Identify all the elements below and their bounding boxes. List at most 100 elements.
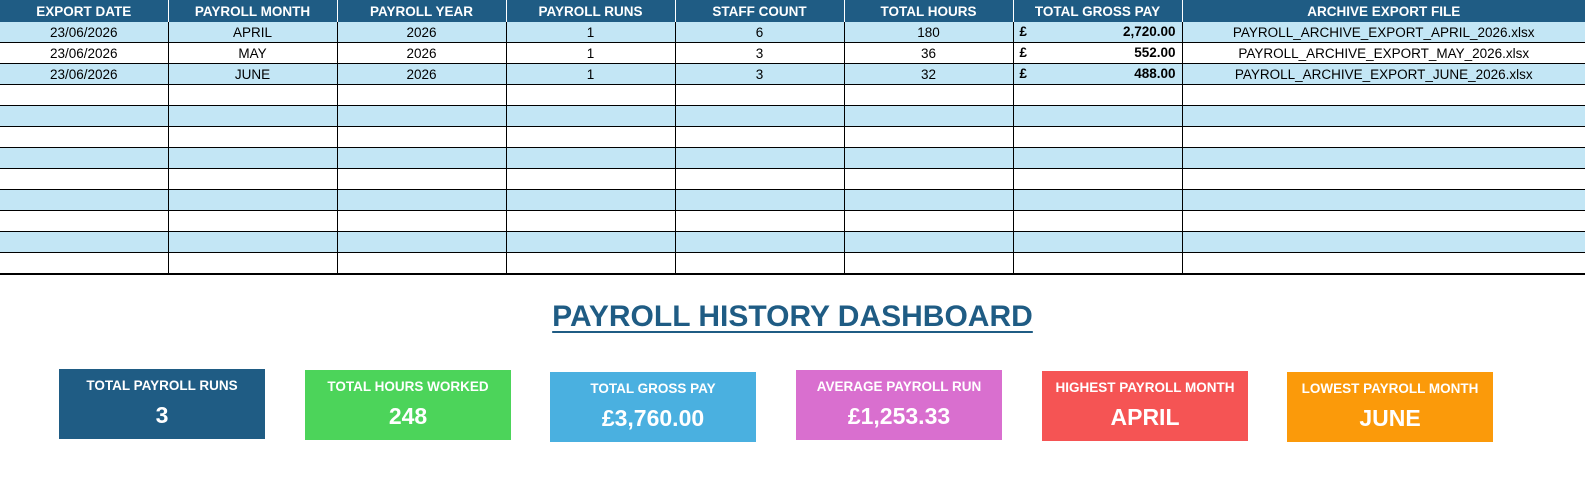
empty-cell[interactable]	[1013, 189, 1183, 211]
empty-cell[interactable]	[506, 147, 676, 169]
payroll-runs-cell[interactable]: 1	[506, 42, 676, 64]
empty-cell[interactable]	[1182, 84, 1585, 106]
header-total-hours[interactable]: TOTAL HOURS	[844, 0, 1014, 22]
empty-cell[interactable]	[168, 147, 338, 169]
empty-cell[interactable]	[337, 147, 507, 169]
empty-cell[interactable]	[844, 189, 1014, 211]
empty-cell[interactable]	[844, 252, 1014, 275]
empty-cell[interactable]	[844, 126, 1014, 148]
total-gross-pay-cell[interactable]: £ 2,720.00	[1013, 22, 1183, 43]
empty-cell[interactable]	[0, 210, 169, 232]
empty-cell[interactable]	[1182, 210, 1585, 232]
payroll-month-cell[interactable]: MAY	[168, 42, 338, 64]
header-total-gross-pay[interactable]: TOTAL GROSS PAY	[1013, 0, 1183, 22]
empty-cell[interactable]	[168, 210, 338, 232]
empty-cell[interactable]	[0, 168, 169, 190]
total-hours-cell[interactable]: 180	[844, 22, 1014, 43]
empty-cell[interactable]	[337, 105, 507, 127]
empty-cell[interactable]	[844, 84, 1014, 106]
export-date-cell[interactable]: 23/06/2026	[0, 63, 169, 85]
empty-cell[interactable]	[0, 189, 169, 211]
total-hours-cell[interactable]: 32	[844, 63, 1014, 85]
empty-cell[interactable]	[1182, 189, 1585, 211]
empty-cell[interactable]	[506, 126, 676, 148]
empty-cell[interactable]	[1182, 252, 1585, 275]
empty-cell[interactable]	[1182, 147, 1585, 169]
empty-cell[interactable]	[506, 84, 676, 106]
empty-cell[interactable]	[844, 210, 1014, 232]
empty-cell[interactable]	[0, 84, 169, 106]
total-gross-pay-cell[interactable]: £ 488.00	[1013, 63, 1183, 85]
empty-cell[interactable]	[0, 231, 169, 253]
empty-cell[interactable]	[506, 189, 676, 211]
empty-cell[interactable]	[168, 231, 338, 253]
empty-cell[interactable]	[1013, 84, 1183, 106]
payroll-month-cell[interactable]: APRIL	[168, 22, 338, 43]
empty-cell[interactable]	[506, 252, 676, 275]
empty-cell[interactable]	[0, 252, 169, 275]
header-archive-export-file[interactable]: ARCHIVE EXPORT FILE	[1182, 0, 1585, 22]
empty-cell[interactable]	[337, 189, 507, 211]
empty-cell[interactable]	[1013, 126, 1183, 148]
total-gross-pay-cell[interactable]: £ 552.00	[1013, 42, 1183, 64]
empty-cell[interactable]	[1182, 105, 1585, 127]
empty-cell[interactable]	[1182, 231, 1585, 253]
staff-count-cell[interactable]: 3	[675, 42, 845, 64]
payroll-year-cell[interactable]: 2026	[337, 63, 507, 85]
empty-cell[interactable]	[337, 126, 507, 148]
empty-cell[interactable]	[168, 84, 338, 106]
payroll-runs-cell[interactable]: 1	[506, 22, 676, 43]
payroll-runs-cell[interactable]: 1	[506, 63, 676, 85]
empty-cell[interactable]	[844, 105, 1014, 127]
empty-cell[interactable]	[675, 84, 845, 106]
header-payroll-month[interactable]: PAYROLL MONTH	[168, 0, 338, 22]
total-hours-cell[interactable]: 36	[844, 42, 1014, 64]
empty-cell[interactable]	[337, 252, 507, 275]
empty-cell[interactable]	[168, 189, 338, 211]
header-staff-count[interactable]: STAFF COUNT	[675, 0, 845, 22]
empty-cell[interactable]	[1013, 210, 1183, 232]
empty-cell[interactable]	[675, 105, 845, 127]
archive-file-cell[interactable]: PAYROLL_ARCHIVE_EXPORT_MAY_2026.xlsx	[1182, 42, 1585, 64]
empty-cell[interactable]	[337, 84, 507, 106]
header-payroll-runs[interactable]: PAYROLL RUNS	[506, 0, 676, 22]
empty-cell[interactable]	[337, 210, 507, 232]
empty-cell[interactable]	[675, 252, 845, 275]
empty-cell[interactable]	[0, 126, 169, 148]
empty-cell[interactable]	[1182, 168, 1585, 190]
empty-cell[interactable]	[168, 252, 338, 275]
empty-cell[interactable]	[1013, 147, 1183, 169]
empty-cell[interactable]	[168, 168, 338, 190]
empty-cell[interactable]	[844, 168, 1014, 190]
empty-cell[interactable]	[168, 126, 338, 148]
empty-cell[interactable]	[506, 210, 676, 232]
payroll-year-cell[interactable]: 2026	[337, 22, 507, 43]
empty-cell[interactable]	[844, 147, 1014, 169]
export-date-cell[interactable]: 23/06/2026	[0, 42, 169, 64]
payroll-month-cell[interactable]: JUNE	[168, 63, 338, 85]
empty-cell[interactable]	[337, 168, 507, 190]
staff-count-cell[interactable]: 3	[675, 63, 845, 85]
header-payroll-year[interactable]: PAYROLL YEAR	[337, 0, 507, 22]
empty-cell[interactable]	[675, 168, 845, 190]
payroll-year-cell[interactable]: 2026	[337, 42, 507, 64]
export-date-cell[interactable]: 23/06/2026	[0, 22, 169, 43]
empty-cell[interactable]	[675, 210, 845, 232]
empty-cell[interactable]	[675, 231, 845, 253]
header-export-date[interactable]: EXPORT DATE	[0, 0, 169, 22]
archive-file-cell[interactable]: PAYROLL_ARCHIVE_EXPORT_APRIL_2026.xlsx	[1182, 22, 1585, 43]
empty-cell[interactable]	[1013, 168, 1183, 190]
empty-cell[interactable]	[1013, 231, 1183, 253]
empty-cell[interactable]	[844, 231, 1014, 253]
empty-cell[interactable]	[506, 168, 676, 190]
archive-file-cell[interactable]: PAYROLL_ARCHIVE_EXPORT_JUNE_2026.xlsx	[1182, 63, 1585, 85]
empty-cell[interactable]	[506, 105, 676, 127]
empty-cell[interactable]	[675, 147, 845, 169]
empty-cell[interactable]	[337, 231, 507, 253]
empty-cell[interactable]	[1013, 252, 1183, 275]
empty-cell[interactable]	[168, 105, 338, 127]
empty-cell[interactable]	[0, 105, 169, 127]
empty-cell[interactable]	[675, 189, 845, 211]
empty-cell[interactable]	[1013, 105, 1183, 127]
empty-cell[interactable]	[0, 147, 169, 169]
